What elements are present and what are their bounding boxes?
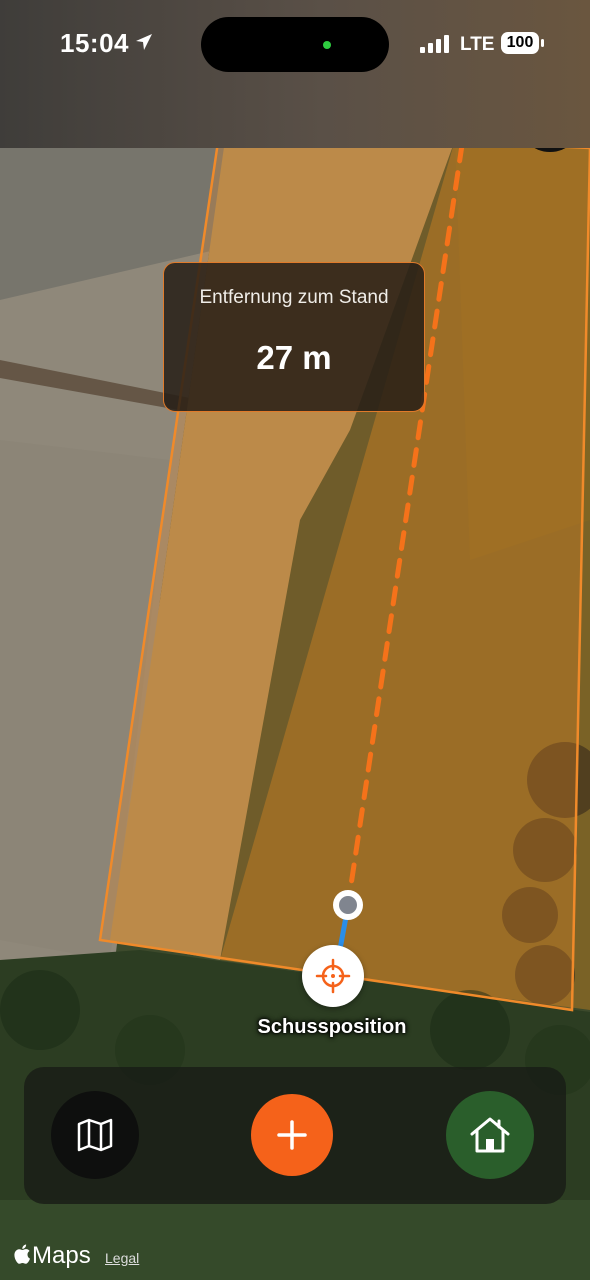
distance-info-box: Entfernung zum Stand 27 m: [163, 262, 425, 412]
dynamic-island: [201, 17, 389, 72]
plus-icon: [277, 1120, 307, 1150]
add-button[interactable]: [251, 1094, 333, 1176]
location-arrow-icon: [136, 34, 152, 50]
privacy-indicator-icon: [323, 41, 331, 49]
apple-logo-icon: [14, 1244, 30, 1264]
maps-label: Maps: [32, 1242, 91, 1269]
network-type: LTE: [460, 34, 495, 55]
battery-indicator: 100: [501, 32, 539, 54]
cellular-signal-icon: [420, 35, 449, 53]
bottom-toolbar: [24, 1067, 566, 1204]
distance-value: 27 m: [256, 339, 332, 376]
map-icon: [77, 1118, 113, 1152]
home-button[interactable]: [446, 1091, 534, 1179]
status-time: 15:04: [60, 28, 129, 58]
shot-position-button[interactable]: [302, 945, 364, 1007]
maps-attribution: Maps: [14, 1242, 91, 1270]
shot-position-label: Schussposition: [257, 1016, 407, 1038]
home-icon: [470, 1117, 510, 1153]
battery-tip: [541, 39, 544, 47]
map-button[interactable]: [51, 1091, 139, 1179]
status-bar: 15:04 LTE 100: [0, 0, 590, 148]
legal-link[interactable]: Legal: [105, 1250, 139, 1266]
distance-title: Entfernung zum Stand: [199, 287, 389, 308]
crosshair-icon: [315, 958, 351, 994]
